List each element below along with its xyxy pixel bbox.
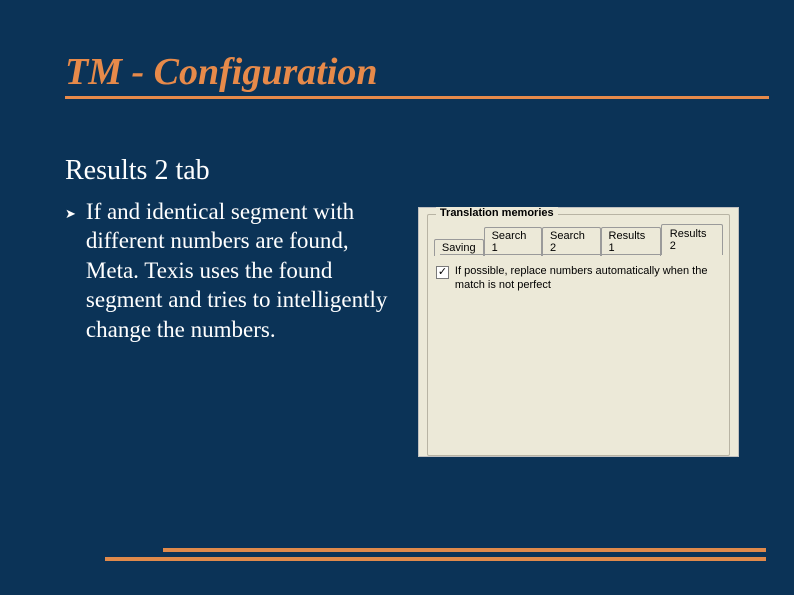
tab-search2[interactable]: Search 2 (542, 227, 600, 256)
slide: TM - Configuration Results 2 tab ➤ If an… (0, 0, 794, 595)
left-column: ➤ If and identical segment with differen… (65, 197, 400, 457)
footer-bar-top (163, 548, 766, 552)
tab-strip: Saving Search 1 Search 2 Results 1 Resul… (434, 235, 723, 255)
tab-content: ✓ If possible, replace numbers automatic… (434, 261, 723, 297)
bullet-icon: ➤ (65, 206, 76, 222)
replace-numbers-label: If possible, replace numbers automatical… (455, 265, 715, 293)
panel-groupbox: Translation memories Saving Search 1 Sea… (427, 214, 730, 456)
footer-decoration (105, 548, 766, 561)
replace-numbers-checkbox[interactable]: ✓ (436, 266, 449, 279)
title-underline (65, 96, 769, 99)
config-panel: Translation memories Saving Search 1 Sea… (418, 207, 739, 457)
slide-title: TM - Configuration (65, 50, 739, 94)
tab-results2[interactable]: Results 2 (661, 224, 723, 255)
content-columns: ➤ If and identical segment with differen… (65, 197, 739, 457)
footer-bar-bottom (105, 557, 766, 561)
bullet-text: If and identical segment with different … (86, 197, 400, 344)
tab-results1[interactable]: Results 1 (601, 227, 661, 256)
checkbox-row: ✓ If possible, replace numbers automatic… (436, 265, 721, 293)
slide-subhead: Results 2 tab (65, 155, 739, 187)
panel-legend: Translation memories (436, 207, 558, 219)
tab-search1[interactable]: Search 1 (484, 227, 542, 256)
bullet-item: ➤ If and identical segment with differen… (65, 197, 400, 344)
